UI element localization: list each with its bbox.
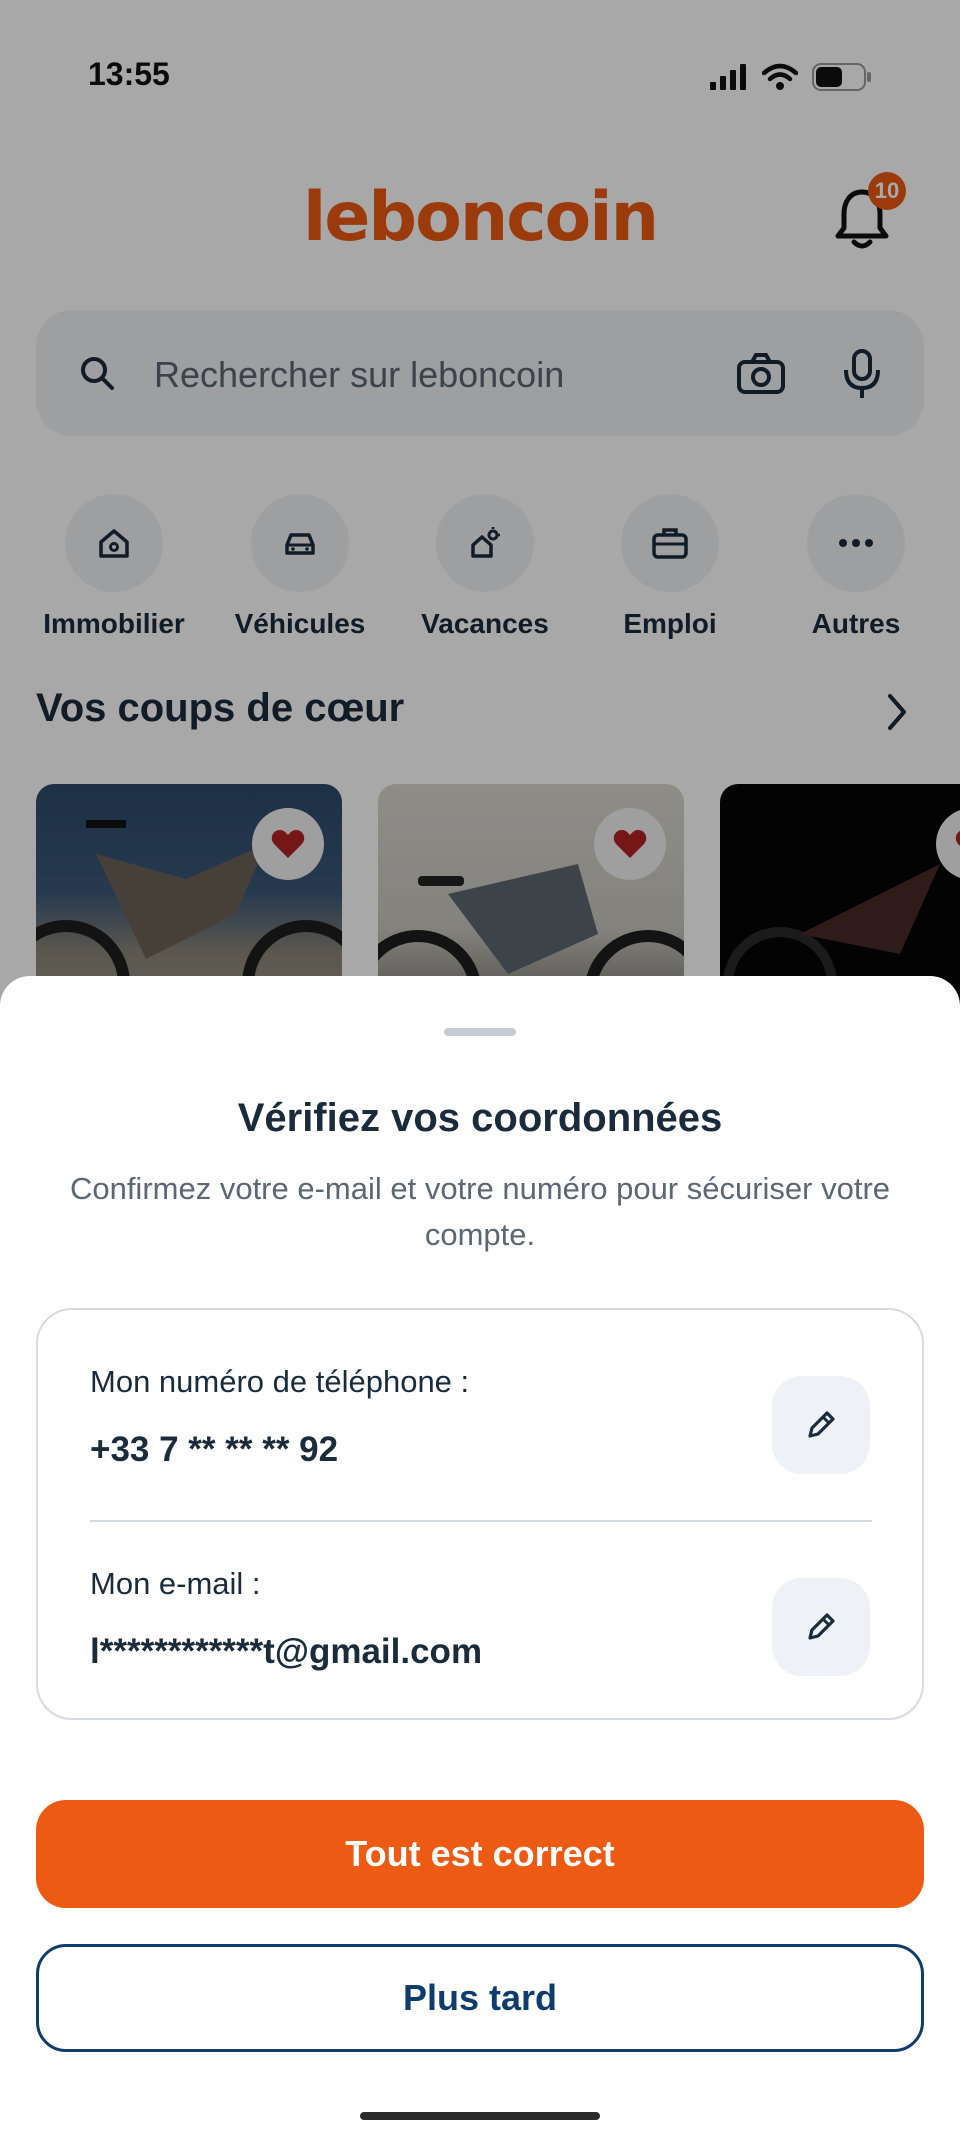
edit-phone-button[interactable] [772,1376,870,1474]
verification-bottom-sheet: Vérifiez vos coordonnées Confirmez votre… [0,976,960,2142]
confirm-button[interactable]: Tout est correct [36,1800,924,1908]
pencil-icon [808,1411,835,1438]
phone-value: +33 7 ** ** ** 92 [90,1430,339,1469]
contact-info-card: Mon numéro de téléphone : +33 7 ** ** **… [36,1308,924,1720]
sheet-title: Vérifiez vos coordonnées [237,1096,723,1140]
card-divider [90,1520,872,1522]
email-value: l************t@gmail.com [90,1632,483,1671]
phone-label: Mon numéro de téléphone : [90,1364,470,1399]
edit-email-button[interactable] [772,1578,870,1676]
home-indicator[interactable] [360,2112,600,2120]
later-button[interactable]: Plus tard [36,1944,924,2052]
sheet-subtitle: Confirmez votre e-mail et votre numéro p… [69,1171,891,1252]
pencil-icon [808,1613,835,1640]
email-label: Mon e-mail : [90,1566,261,1601]
sheet-grabber[interactable] [444,1028,516,1036]
